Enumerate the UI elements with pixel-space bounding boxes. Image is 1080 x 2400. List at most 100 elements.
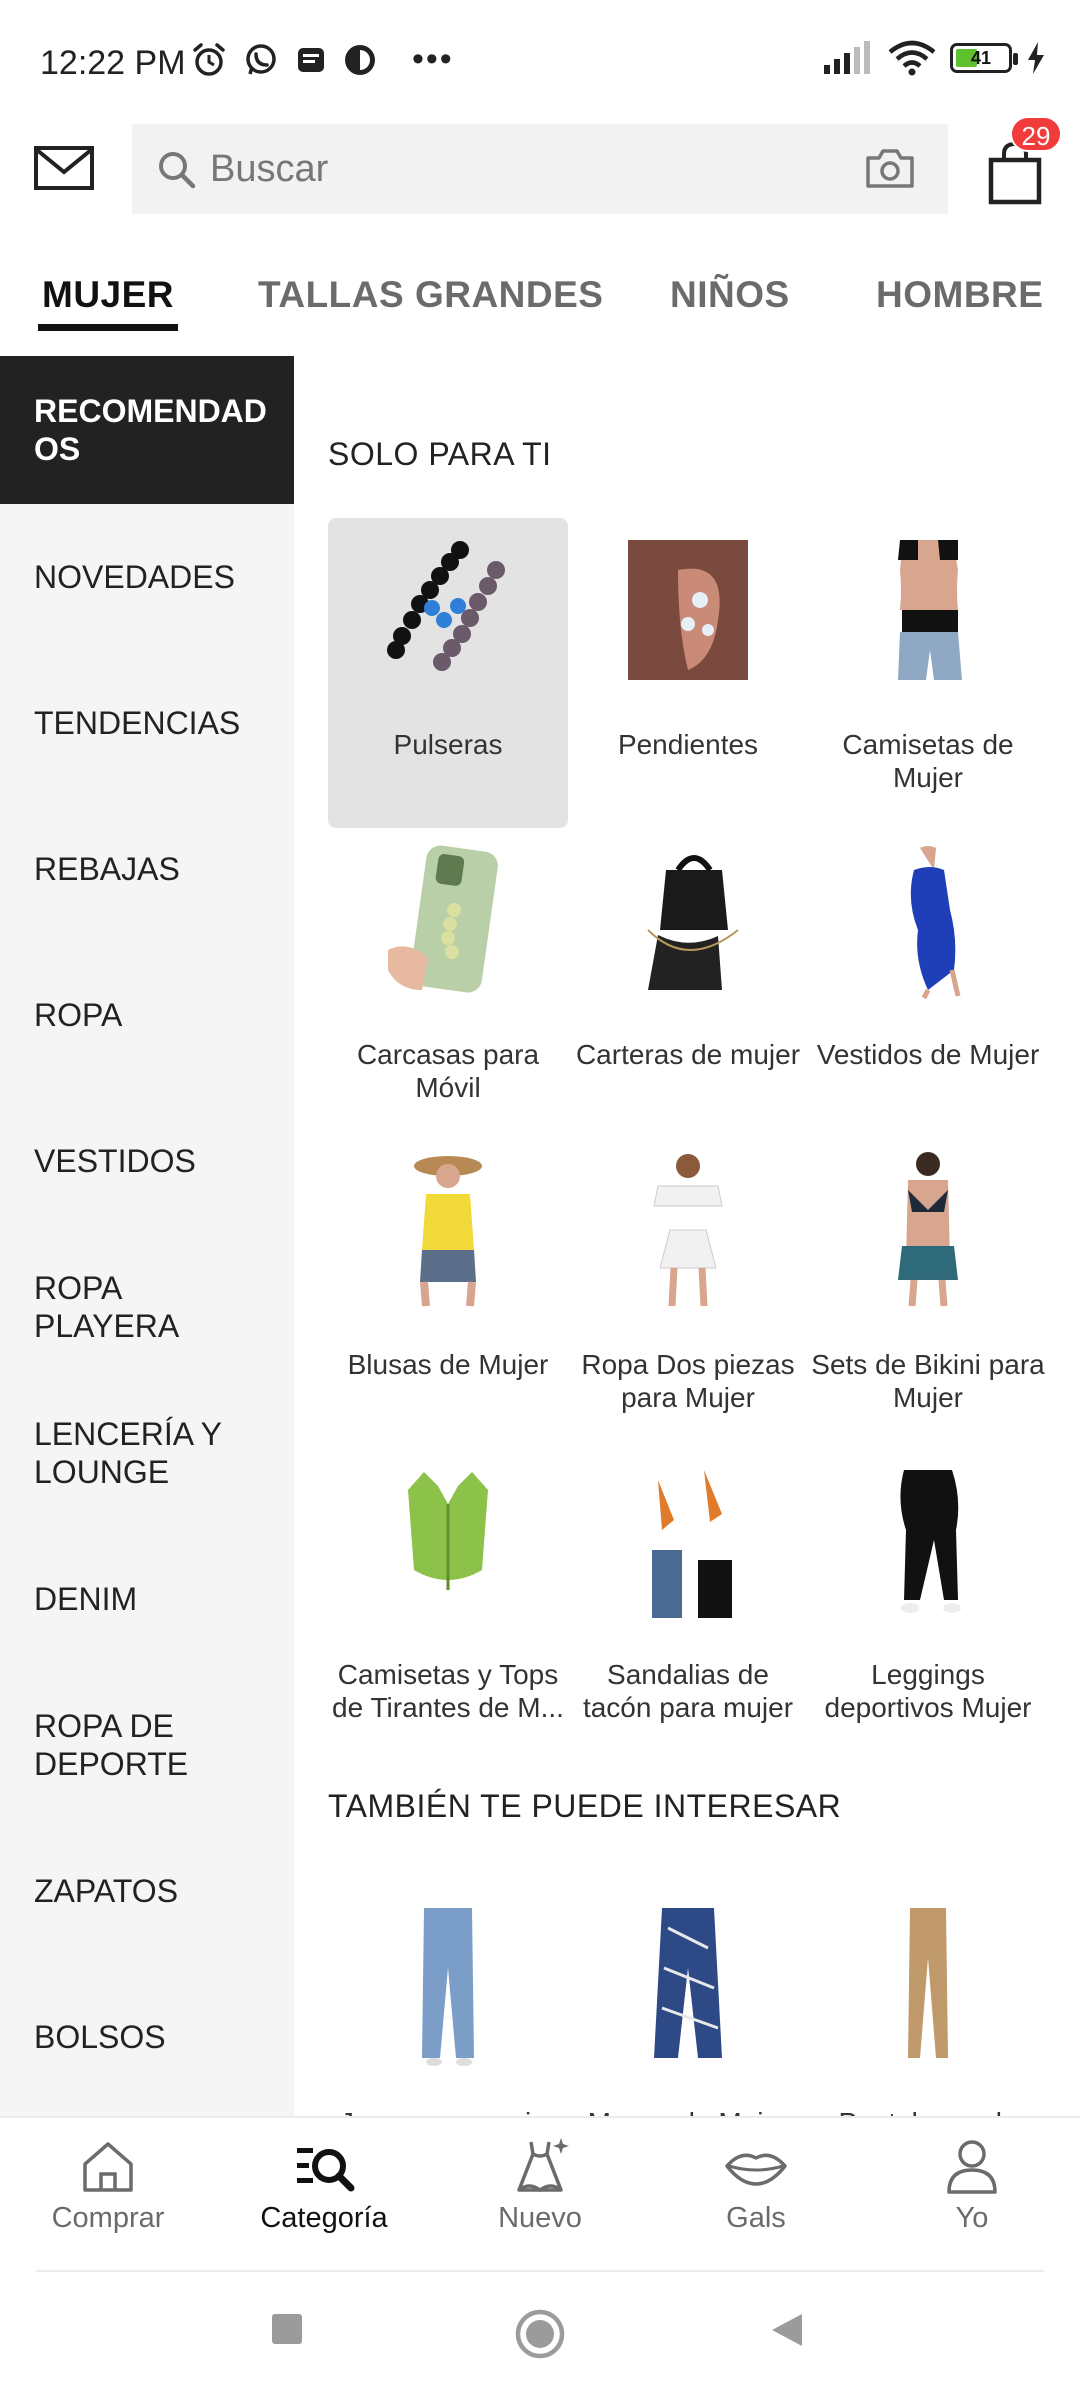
lips-icon <box>725 2153 787 2186</box>
category-sidebar: RECOMENDADOS NOVEDADES TENDENCIAS REBAJA… <box>0 356 294 2116</box>
category-tile-pantalones[interactable]: Pantalones de Mujer <box>808 1896 1048 2116</box>
sidebar-item-denim[interactable]: DENIM <box>0 1526 294 1672</box>
camera-icon[interactable] <box>864 146 916 190</box>
category-tile-label: Monos de Mujer <box>570 2106 806 2116</box>
status-time: 12:22 PM <box>40 44 186 82</box>
new-dress-icon <box>517 2138 569 2193</box>
nav-yo[interactable]: Yo <box>872 2136 1072 2235</box>
category-tile-carcasas-para-movil[interactable]: Carcasas para Móvil <box>328 828 568 1138</box>
system-status-icons: 41 <box>822 40 1046 76</box>
blouse-thumbnail <box>414 1156 482 1307</box>
handbag-thumbnail <box>647 855 739 990</box>
nav-label: Gals <box>726 2202 786 2234</box>
battery-level: 41 <box>970 48 992 68</box>
earrings-thumbnail <box>628 540 748 680</box>
category-tile-label: Camisetas y Tops de Tirantes de M... <box>332 1659 564 1723</box>
app-notification-icon <box>345 44 375 75</box>
home-button-icon[interactable] <box>514 2308 566 2360</box>
sidebar-item-label: ROPA <box>34 997 123 1033</box>
whatsapp-icon <box>246 43 276 74</box>
category-tile-sets-de-bikini[interactable]: Sets de Bikini para Mujer <box>808 1138 1048 1448</box>
category-content: SOLO PARA TI Pulseras Pendientes Camiset… <box>294 356 1080 2116</box>
back-icon[interactable] <box>770 2312 804 2348</box>
section-title-solo-para-ti: SOLO PARA TI <box>328 436 552 472</box>
leggings-thumbnail <box>900 1470 961 1613</box>
nav-label: Categoría <box>260 2202 388 2234</box>
sidebar-item-ropa-de-deporte[interactable]: ROPA DE DEPORTE <box>0 1672 294 1818</box>
category-tile-pendientes[interactable]: Pendientes <box>568 518 808 828</box>
tab-tallas-grandes[interactable]: TALLAS GRANDES <box>258 274 603 316</box>
tab-mujer[interactable]: MUJER <box>42 274 174 316</box>
tank-top-thumbnail <box>408 1472 488 1590</box>
section-title-tambien-te-puede-interesar: TAMBIÉN TE PUEDE INTERESAR <box>328 1788 842 1824</box>
category-tile-camisetas-de-mujer[interactable]: Camisetas de Mujer <box>808 518 1048 828</box>
category-tile-label: Jeans para mujer <box>330 2106 566 2116</box>
alarm-icon <box>193 42 225 76</box>
sidebar-item-novedades[interactable]: NOVEDADES <box>0 504 294 650</box>
sidebar-item-label: ROPA DE DEPORTE <box>34 1708 189 1782</box>
more-notifications-icon: ••• <box>412 40 454 78</box>
category-tile-label: Sandalias de tacón para mujer <box>582 1659 794 1723</box>
category-tile-label: Leggings deportivos Mujer <box>824 1659 1032 1723</box>
nav-label: Nuevo <box>498 2202 582 2234</box>
nav-comprar[interactable]: Comprar <box>8 2136 208 2235</box>
sidebar-item-ropa-playera[interactable]: ROPA PLAYERA <box>0 1234 294 1380</box>
sidebar-item-lenceria-y-lounge[interactable]: LENCERÍA Y LOUNGE <box>0 1380 294 1526</box>
nav-label: Yo <box>955 2202 989 2234</box>
category-tile-carteras-de-mujer[interactable]: Carteras de mujer <box>568 828 808 1138</box>
category-tile-blusas-de-mujer[interactable]: Blusas de Mujer <box>328 1138 568 1448</box>
category-tile-label: Vestidos de Mujer <box>816 1039 1040 1070</box>
tab-ninos[interactable]: NIÑOS <box>670 274 790 316</box>
sidebar-item-recomendados[interactable]: RECOMENDADOS <box>0 356 294 504</box>
wifi-icon <box>888 40 936 76</box>
nav-gals[interactable]: Gals <box>656 2136 856 2235</box>
nav-nuevo[interactable]: Nuevo <box>440 2136 640 2235</box>
sidebar-item-label: BOLSOS <box>34 2019 166 2055</box>
sidebar-item-label: ZAPATOS <box>34 1873 179 1909</box>
charging-icon <box>1028 42 1044 74</box>
signal-icon <box>824 41 870 74</box>
sidebar-item-tendencias[interactable]: TENDENCIAS <box>0 650 294 796</box>
bracelets-thumbnail <box>387 541 505 671</box>
sidebar-item-label: DENIM <box>34 1581 138 1617</box>
jeans-thumbnail <box>422 1908 474 2066</box>
category-tile-label: Pendientes <box>617 729 759 760</box>
sidebar-item-vestidos[interactable]: VESTIDOS <box>0 1088 294 1234</box>
notification-icons: ••• <box>190 40 454 79</box>
sidebar-item-label: REBAJAS <box>34 851 180 887</box>
jumpsuit-thumbnail <box>654 1908 722 2058</box>
category-tile-leggings-deportivos[interactable]: Leggings deportivos Mujer <box>808 1448 1048 1758</box>
sidebar-item-rebajas[interactable]: REBAJAS <box>0 796 294 942</box>
category-tile-pulseras[interactable]: Pulseras <box>328 518 568 828</box>
two-piece-thumbnail <box>653 1154 723 1307</box>
category-tile-label: Carcasas para Móvil <box>356 1039 540 1103</box>
category-tile-sandalias-de-tacon[interactable]: Sandalias de tacón para mujer <box>568 1448 808 1758</box>
phone-case-thumbnail <box>388 845 498 993</box>
sidebar-item-zapatos[interactable]: ZAPATOS <box>0 1818 294 1964</box>
gender-tabs: MUJER TALLAS GRANDES NIÑOS HOMBRE <box>0 262 1080 358</box>
sidebar-item-ropa[interactable]: ROPA <box>0 942 294 1088</box>
category-tile-label: Carteras de mujer <box>575 1039 801 1070</box>
category-tile-vestidos-de-mujer[interactable]: Vestidos de Mujer <box>808 828 1048 1138</box>
category-tile-monos[interactable]: Monos de Mujer <box>568 1896 808 2116</box>
sidebar-item-bolsos[interactable]: BOLSOS <box>0 1964 294 2110</box>
category-tile-label: Sets de Bikini para Mujer <box>811 1349 1045 1413</box>
sidebar-item-label: VESTIDOS <box>34 1143 196 1179</box>
home-icon <box>83 2142 133 2192</box>
mail-icon[interactable] <box>34 144 94 192</box>
pants-thumbnail <box>908 1908 948 2058</box>
sidebar-item-label: RECOMENDADOS <box>34 393 267 467</box>
category-tile-ropa-dos-piezas[interactable]: Ropa Dos piezas para Mujer <box>568 1138 808 1448</box>
search-bar[interactable] <box>132 124 948 214</box>
search-input[interactable] <box>210 147 810 191</box>
tab-hombre[interactable]: HOMBRE <box>876 274 1043 316</box>
search-icon <box>159 152 196 189</box>
profile-icon <box>947 2140 997 2194</box>
category-tile-label: Camisetas de Mujer <box>842 729 1014 793</box>
category-tile-jeans[interactable]: Jeans para mujer <box>328 1896 568 2116</box>
battery-indicator: 41 <box>950 43 1018 73</box>
category-tile-camisetas-y-tops[interactable]: Camisetas y Tops de Tirantes de M... <box>328 1448 568 1758</box>
recents-icon[interactable] <box>270 2312 304 2346</box>
category-tile-label: Blusas de Mujer <box>347 1349 549 1380</box>
nav-categoria[interactable]: Categoría <box>224 2136 424 2235</box>
